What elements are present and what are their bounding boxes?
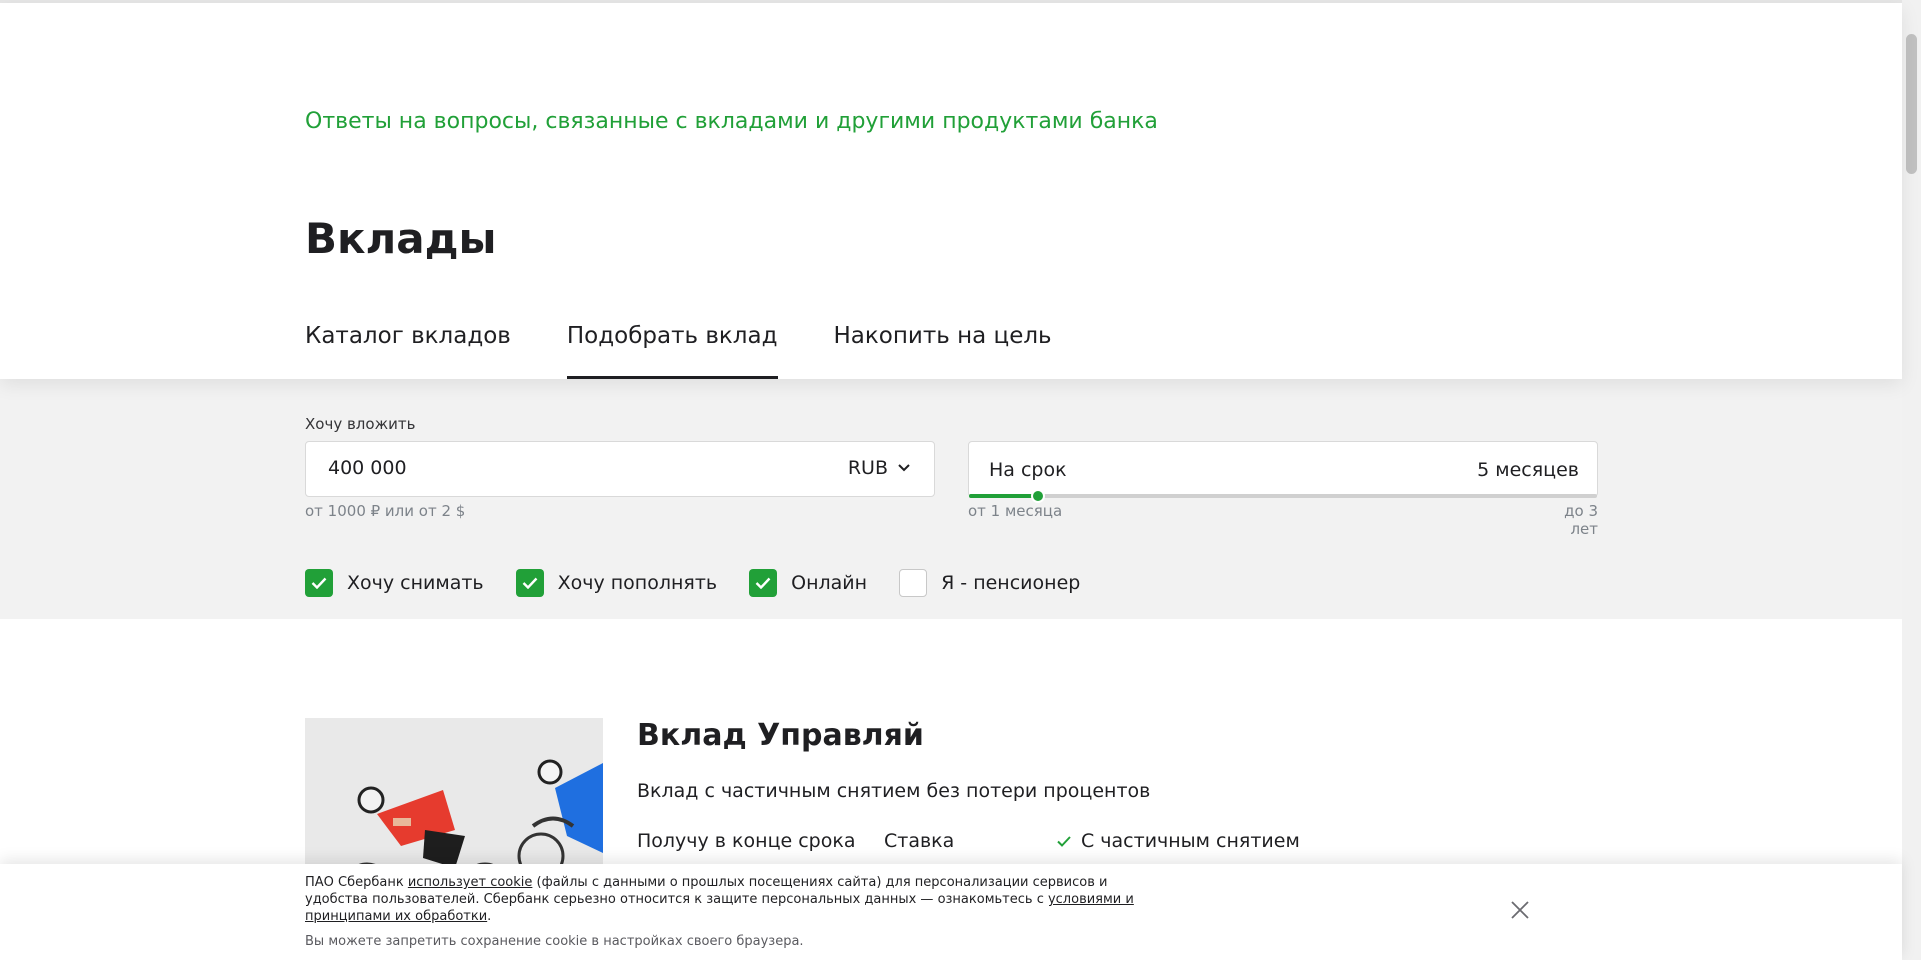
feature-label: С частичным снятием <box>1081 830 1300 852</box>
cookie-text-part: . <box>487 909 492 924</box>
currency-label: RUB <box>847 457 888 479</box>
cookie-banner: ПАО Сбербанк использует cookie (файлы с … <box>0 864 1902 960</box>
term-min-hint: от 1 месяца <box>968 502 1063 520</box>
scrollbar-thumb[interactable] <box>1906 34 1917 174</box>
invest-label: Хочу вложить <box>305 415 416 433</box>
rate-header: Ставка <box>884 830 955 852</box>
checkmark-icon <box>1057 835 1071 847</box>
tab-select-deposit[interactable]: Подобрать вклад <box>566 323 778 379</box>
checkbox-label: Я - пенсионер <box>941 572 1081 594</box>
check-icon <box>522 577 537 589</box>
cyclists-illustration <box>305 718 603 888</box>
page-title: Вклады <box>305 214 497 263</box>
tabs-bar: Каталог вкладов Подобрать вклад Накопить… <box>305 323 1108 379</box>
checkbox-checked[interactable] <box>749 569 778 597</box>
checkbox-label: Хочу пополнять <box>557 572 718 594</box>
term-value: 5 месяцев <box>1477 459 1579 481</box>
checkbox-online[interactable]: Онлайн <box>749 569 867 597</box>
cookie-link[interactable]: использует cookie <box>408 875 533 890</box>
amount-hint: от 1000 ₽ или от 2 $ <box>305 502 466 520</box>
amount-field[interactable]: 400 000 RUB <box>305 441 935 497</box>
cyclists-image <box>305 718 603 888</box>
tab-catalog[interactable]: Каталог вкладов <box>305 323 511 379</box>
term-slider[interactable] <box>969 489 1597 503</box>
checkbox-unchecked[interactable] <box>899 569 928 597</box>
checkbox-withdraw[interactable]: Хочу снимать <box>305 569 484 597</box>
currency-select[interactable]: RUB <box>848 457 910 479</box>
check-icon <box>311 577 327 589</box>
chevron-down-icon <box>898 464 910 472</box>
amount-input[interactable]: 400 000 <box>328 457 407 479</box>
checkbox-label: Онлайн <box>791 572 868 594</box>
checkbox-checked[interactable] <box>515 569 544 597</box>
filters-panel: Хочу вложить 400 000 RUB от 1000 ₽ или о… <box>0 379 1902 619</box>
check-icon <box>755 577 771 589</box>
faq-link[interactable]: Ответы на вопросы, связанные с вкладами … <box>305 109 1158 134</box>
deposit-description: Вклад с частичным снятием без потери про… <box>637 780 1151 802</box>
scrollbar[interactable] <box>1902 0 1921 960</box>
options-checkboxes: Хочу снимать Хочу пополнять Онлайн Я - п… <box>305 569 1112 597</box>
checkbox-label: Хочу снимать <box>347 572 484 594</box>
checkbox-checked[interactable] <box>305 569 333 597</box>
checkbox-topup[interactable]: Хочу пополнять <box>515 569 718 597</box>
page-header: Ответы на вопросы, связанные с вкладами … <box>0 3 1902 379</box>
term-max-hint: до 3 лет <box>1564 502 1598 538</box>
close-icon[interactable] <box>1508 898 1532 922</box>
tab-save-for-goal[interactable]: Накопить на цель <box>834 323 1052 379</box>
checkbox-pensioner[interactable]: Я - пенсионер <box>899 569 1080 597</box>
deposit-title[interactable]: Вклад Управляй <box>637 718 924 753</box>
term-field[interactable]: На срок 5 месяцев <box>968 441 1598 503</box>
cookie-note: Вы можете запретить сохранение cookie в … <box>305 934 804 949</box>
payout-header: Получу в конце срока <box>637 830 856 852</box>
term-label: На срок <box>989 459 1067 481</box>
cookie-text-part: ПАО Сбербанк <box>305 875 408 890</box>
cookie-text: ПАО Сбербанк использует cookie (файлы с … <box>305 874 1135 925</box>
feature-item: С частичным снятием <box>1057 830 1300 852</box>
term-slider-handle[interactable] <box>1031 489 1046 503</box>
term-slider-fill <box>969 494 1039 498</box>
